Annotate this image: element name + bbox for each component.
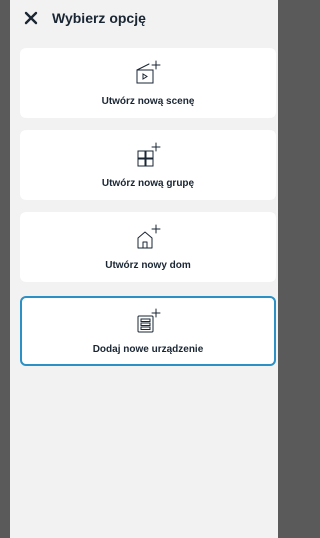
option-create-home[interactable]: Utwórz nowy dom [20,212,276,282]
option-create-group[interactable]: Utwórz nową grupę [20,130,276,200]
option-picker-sheet: Wybierz opcję Utwórz nową scenę Utwórz n… [10,0,278,538]
close-icon [24,11,38,25]
option-label: Dodaj nowe urządzenie [92,344,204,355]
group-add-icon [135,142,161,168]
page-title: Wybierz opcję [52,10,146,26]
option-label: Utwórz nową scenę [101,96,195,107]
option-label: Utwórz nową grupę [101,178,195,189]
close-button[interactable] [24,11,38,25]
scene-add-icon [135,60,161,86]
header: Wybierz opcję [10,0,278,40]
option-add-device[interactable]: Dodaj nowe urządzenie [20,296,276,366]
home-add-icon [135,224,161,250]
option-label: Utwórz nowy dom [105,260,191,271]
device-add-icon [135,308,161,334]
option-create-scene[interactable]: Utwórz nową scenę [20,48,276,118]
